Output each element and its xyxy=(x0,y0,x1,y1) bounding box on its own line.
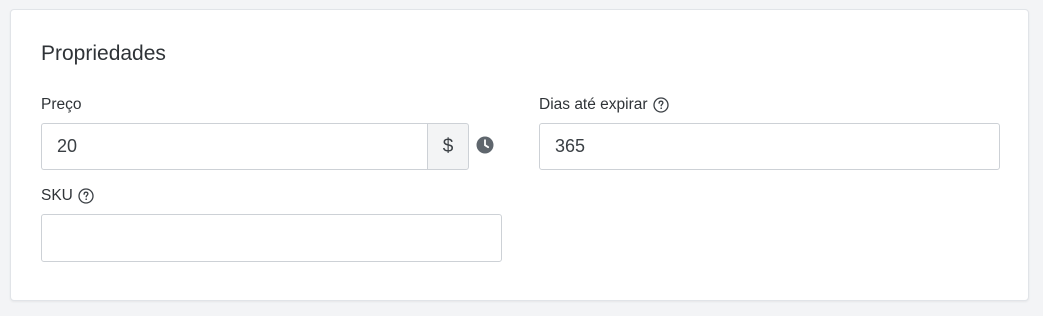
price-input-group: 20 $ xyxy=(41,123,469,170)
sku-input[interactable] xyxy=(41,214,502,262)
help-circle-icon[interactable] xyxy=(652,97,669,113)
currency-addon: $ xyxy=(427,123,469,170)
price-input[interactable]: 20 xyxy=(41,123,427,170)
expiry-label-text: Dias até expirar xyxy=(539,96,648,113)
clock-icon[interactable] xyxy=(476,136,494,154)
section-title: Propriedades xyxy=(41,42,166,65)
properties-card: Propriedades Preço 20 $ Dias até expirar… xyxy=(10,9,1029,301)
sku-label: SKU xyxy=(41,186,94,206)
expiry-label: Dias até expirar xyxy=(539,95,669,115)
help-circle-icon[interactable] xyxy=(78,188,94,204)
expiry-days-input[interactable]: 365 xyxy=(539,123,1000,170)
price-label-text: Preço xyxy=(41,96,82,113)
sku-label-text: SKU xyxy=(41,187,73,204)
price-label: Preço xyxy=(41,95,82,115)
